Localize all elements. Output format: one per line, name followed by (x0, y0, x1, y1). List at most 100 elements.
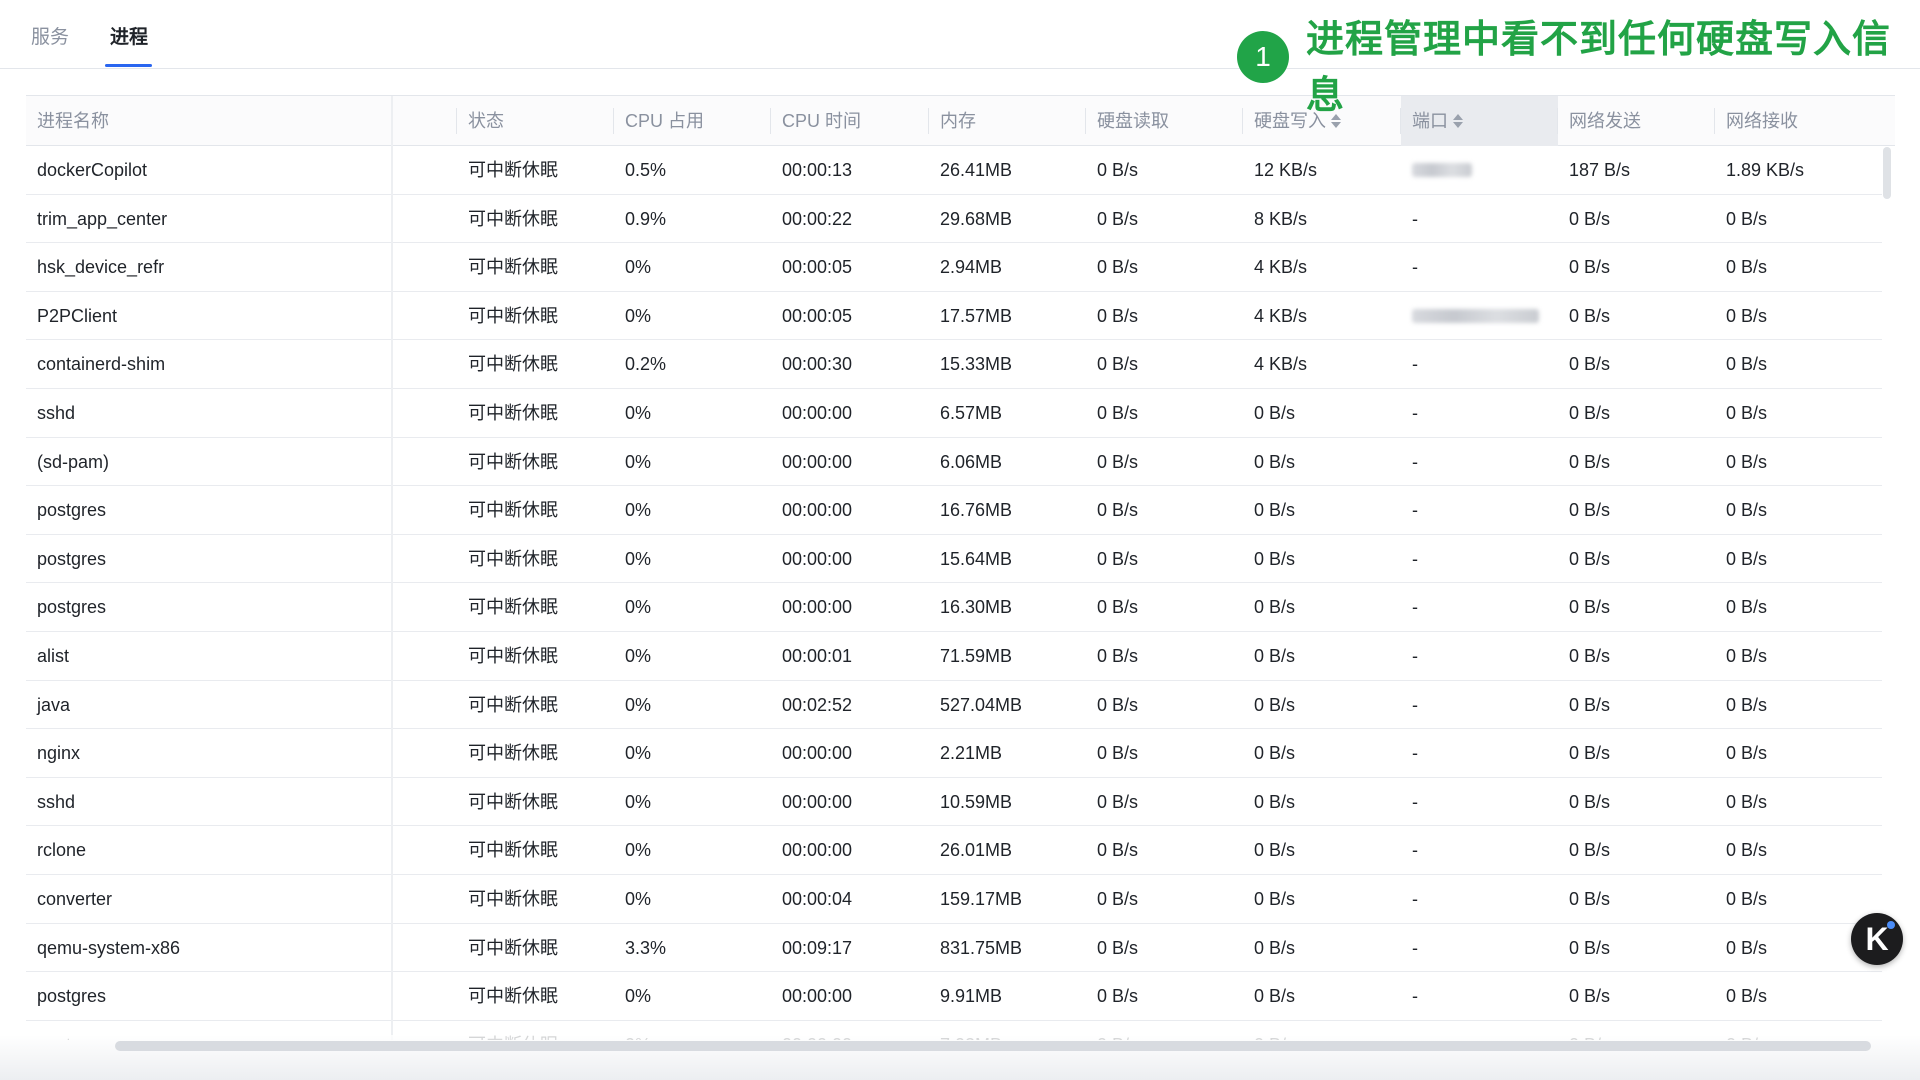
cell-net-send: 0 B/s (1569, 305, 1611, 326)
cell-cpu: 0% (625, 743, 652, 764)
table-row[interactable]: postgres 可中断休眠 0% 00:00:00 15.64MB 0 B/s 0 B/s… (26, 535, 1882, 584)
horizontal-scrollbar[interactable] (115, 1041, 1871, 1051)
cell-port: - (1412, 645, 1418, 666)
cell-net-send: 0 B/s (1569, 791, 1611, 812)
cell-disk-write: 4 KB/s (1254, 305, 1308, 326)
table-row[interactable]: rclone 可中断休眠 0% 00:00:00 26.01MB 0 B/s 0 B/s - 0… (26, 826, 1882, 875)
table-row[interactable]: postgres 可中断休眠 0% 00:00:00 16.30MB 0 B/s 0 B/s… (26, 583, 1882, 632)
table-row[interactable]: hsk_device_refr 可中断休眠 0% 00:00:05 2.94MB 0 B/… (26, 243, 1882, 292)
table-row[interactable]: sshd 可中断休眠 0% 00:00:00 10.59MB 0 B/s 0 B/s - 0 B… (26, 778, 1882, 827)
cell-net-recv: 0 B/s (1726, 500, 1768, 521)
cell-cpu: 0% (625, 548, 652, 569)
cell-cpu-time: 00:00:30 (782, 354, 853, 375)
cell-net-send: 0 B/s (1569, 500, 1611, 521)
table-row[interactable]: sshd 可中断休眠 0% 00:00:00 6.57MB 0 B/s 0 B/s - 0 B/… (26, 389, 1882, 438)
cell-disk-read: 0 B/s (1097, 160, 1139, 180)
cell-net-recv: 0 B/s (1726, 888, 1768, 909)
process-table: 进程名称 状态 CPU 占用 CPU 时间 内存 硬盘读取 硬盘写入 端口 网络发送 网络接收 d… (26, 95, 1895, 1040)
column-header-name: 进程名称 (26, 96, 109, 146)
cell-port: - (1412, 694, 1418, 715)
cell-port: - (1412, 208, 1418, 229)
cell-disk-write: 0 B/s (1254, 694, 1296, 715)
table-row[interactable]: nginx 可中断休眠 0% 00:00:00 2.21MB 0 B/s 0 B/s - 0 B… (26, 729, 1882, 778)
table-row[interactable]: dockerCopilot 可中断休眠 0.5% 00:00:13 26.41MB 0 B… (26, 146, 1882, 195)
cell-net-send: 0 B/s (1569, 986, 1611, 1007)
column-header-label: 内存 (940, 111, 976, 131)
cell-port: - (1412, 743, 1418, 764)
cell-disk-read: 0 B/s (1097, 743, 1139, 764)
cell-port: - (1412, 888, 1418, 909)
cell-disk-write: 0 B/s (1254, 840, 1296, 861)
cell-port: - (1412, 500, 1418, 521)
cell-port (1401, 146, 1558, 195)
table-row[interactable]: java 可中断休眠 0% 00:02:52 527.04MB 0 B/s 0 B/s - 0 … (26, 681, 1882, 730)
header-separator (770, 108, 771, 134)
tab-processes[interactable]: 进程 (110, 22, 148, 49)
table-row[interactable]: converter 可中断休眠 0% 00:00:04 159.17MB 0 B/s 0 B… (26, 875, 1882, 924)
cell-disk-read: 0 B/s (1097, 986, 1139, 1007)
cell-disk-read: 0 B/s (1097, 791, 1139, 812)
table-row[interactable]: qemu-system-x86 可中断休眠 3.3% 00:09:17 831.75MB… (26, 924, 1882, 973)
frozen-column-divider (391, 96, 393, 1040)
cell-disk-write: 0 B/s (1254, 888, 1296, 909)
cell-name: trim_app_center (37, 208, 168, 229)
cell-mem: 10.59MB (940, 791, 1013, 812)
cell-net-recv: 0 B/s (1726, 257, 1768, 278)
cell-cpu-time: 00:00:00 (782, 840, 853, 861)
k-logo-dot (1887, 921, 1895, 929)
cell-cpu-time: 00:00:00 (782, 986, 853, 1007)
cell-port: - (1412, 597, 1418, 618)
cell-port: - (1412, 354, 1418, 375)
cell-cpu: 0% (625, 597, 652, 618)
cell-cpu-time: 00:00:00 (782, 597, 853, 618)
active-tab-indicator (105, 64, 152, 67)
cell-cpu-time: 00:00:00 (782, 500, 853, 521)
vertical-scrollbar[interactable] (1883, 147, 1891, 199)
cell-net-recv: 0 B/s (1726, 937, 1768, 958)
cell-net-recv: 0 B/s (1726, 743, 1768, 764)
cell-disk-read: 0 B/s (1097, 402, 1139, 423)
table-row[interactable]: postgres 可中断休眠 0% 00:00:00 16.76MB 0 B/s 0 B/s… (26, 486, 1882, 535)
cell-mem: 527.04MB (940, 694, 1023, 715)
cell-disk-write: 8 KB/s (1254, 208, 1308, 229)
cell-mem: 15.64MB (940, 548, 1013, 569)
cell-status: 可中断休眠 (468, 257, 558, 278)
cell-disk-write: 0 B/s (1254, 548, 1296, 569)
cell-net-send: 0 B/s (1569, 743, 1611, 764)
cell-cpu-time: 00:00:00 (782, 743, 853, 764)
tab-services[interactable]: 服务 (31, 22, 69, 49)
cell-disk-write: 0 B/s (1254, 743, 1296, 764)
cell-disk-read: 0 B/s (1097, 257, 1139, 278)
cell-net-send: 0 B/s (1569, 597, 1611, 618)
cell-name: hsk_device_refr (37, 257, 165, 278)
header-separator (928, 108, 929, 134)
cell-disk-write: 0 B/s (1254, 645, 1296, 666)
cell-mem: 831.75MB (940, 937, 1023, 958)
cell-net-recv: 0 B/s (1726, 208, 1768, 229)
cell-disk-write: 0 B/s (1254, 937, 1296, 958)
table-row[interactable]: containerd-shim 可中断休眠 0.2% 00:00:30 15.33MB 0… (26, 340, 1882, 389)
cell-disk-write: 0 B/s (1254, 986, 1296, 1007)
cell-net-recv: 1.89 KB/s (1726, 160, 1805, 180)
cell-name: rclone (37, 840, 87, 861)
table-row[interactable]: alist 可中断休眠 0% 00:00:01 71.59MB 0 B/s 0 B/s - 0 … (26, 632, 1882, 681)
cell-name: postgres (37, 548, 107, 569)
table-row[interactable]: P2PClient 可中断休眠 0% 00:00:05 17.57MB 0 B/s 4 KB… (26, 292, 1882, 341)
table-row[interactable]: trim_app_center 可中断休眠 0.9% 00:00:22 29.68MB 0… (26, 195, 1882, 244)
column-header-label: 状态 (468, 111, 504, 131)
table-row[interactable]: (sd-pam) 可中断休眠 0% 00:00:00 6.06MB 0 B/s 0 B/s -… (26, 438, 1882, 487)
cell-status: 可中断休眠 (468, 743, 558, 764)
cell-status: 可中断休眠 (468, 840, 558, 861)
cell-name: containerd-shim (37, 354, 166, 375)
cell-net-send: 0 B/s (1569, 937, 1611, 958)
cell-status: 可中断休眠 (468, 160, 558, 180)
table-body: dockerCopilot 可中断休眠 0.5% 00:00:13 26.41MB 0 B… (26, 146, 1882, 1040)
cell-port: - (1412, 257, 1418, 278)
column-header-mem: 内存 (929, 96, 976, 146)
cell-disk-read: 0 B/s (1097, 840, 1139, 861)
annotation-badge: 1 (1237, 31, 1289, 83)
cell-cpu: 3.3% (625, 937, 667, 958)
cell-disk-read: 0 B/s (1097, 645, 1139, 666)
cell-disk-read: 0 B/s (1097, 888, 1139, 909)
table-row[interactable]: postgres 可中断休眠 0% 00:00:00 9.91MB 0 B/s 0 B/s -… (26, 972, 1882, 1021)
